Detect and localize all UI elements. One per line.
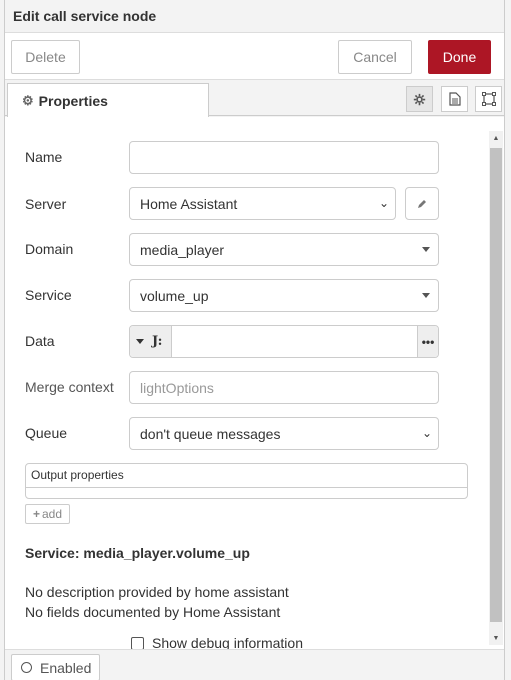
domain-select[interactable]: media_player — [129, 233, 439, 266]
edit-server-button[interactable] — [405, 187, 439, 220]
data-label: Data — [25, 333, 55, 349]
merge-context-label: Merge context — [25, 379, 114, 395]
tab-bar: ⚙ Properties — [5, 80, 504, 117]
service-fields-note: No fields documented by Home Assistant — [25, 604, 281, 620]
pencil-icon — [418, 199, 426, 208]
appearance-tab-icon[interactable] — [475, 86, 502, 112]
scroll-up-arrow[interactable]: ▲ — [489, 131, 503, 145]
cancel-button[interactable]: Cancel — [338, 40, 412, 74]
scrollbar-thumb[interactable] — [490, 148, 502, 622]
gear-icon: ⚙ — [22, 92, 34, 108]
service-value: volume_up — [140, 287, 209, 304]
queue-label: Queue — [25, 425, 68, 441]
circle-icon — [21, 662, 32, 673]
json-icon: J: — [152, 334, 163, 349]
caret-down-icon — [422, 293, 430, 298]
tray-header: Edit call service node — [5, 0, 504, 33]
service-label: Service — [25, 287, 72, 303]
server-value: Home Assistant — [140, 195, 238, 212]
data-type-selector[interactable]: J: — [130, 326, 172, 357]
tray-toolbar: Delete Cancel Done — [5, 33, 504, 80]
caret-down-icon — [136, 339, 144, 344]
name-label: Name — [25, 149, 63, 165]
name-input[interactable] — [129, 141, 439, 174]
chevron-down-icon: ⌄ — [421, 426, 432, 440]
enabled-label: Enabled — [40, 659, 92, 676]
merge-context-input[interactable]: lightOptions — [129, 371, 439, 404]
service-info-title: Service: media_player.volume_up — [25, 545, 250, 561]
tab-properties-label: Properties — [38, 92, 108, 109]
data-typed-input[interactable]: J: ••• — [129, 325, 439, 358]
settings-tab-icon[interactable] — [406, 86, 433, 112]
scroll-down-arrow[interactable]: ▼ — [489, 631, 503, 645]
tray-title: Edit call service node — [13, 8, 157, 24]
gear-icon — [413, 93, 426, 105]
add-label: add — [41, 507, 63, 521]
frame-icon — [481, 92, 496, 106]
server-select[interactable]: Home Assistant ⌄ — [129, 187, 396, 220]
domain-value: media_player — [140, 241, 225, 258]
debug-checkbox[interactable] — [131, 637, 144, 649]
queue-value: don't queue messages — [140, 425, 281, 442]
description-tab-icon[interactable] — [441, 86, 468, 112]
add-output-button[interactable]: + add — [25, 504, 70, 524]
right-edge — [504, 0, 511, 680]
file-icon — [448, 92, 461, 106]
queue-select[interactable]: don't queue messages ⌄ — [129, 417, 439, 450]
service-description: No description provided by home assistan… — [25, 584, 289, 600]
caret-down-icon — [422, 247, 430, 252]
done-button[interactable]: Done — [428, 40, 491, 74]
output-properties-list: Output properties — [25, 463, 468, 499]
plus-icon: + — [32, 507, 40, 521]
data-expand-button[interactable]: ••• — [417, 326, 438, 357]
debug-label[interactable]: Show debug information — [152, 635, 303, 649]
output-properties-header: Output properties — [26, 464, 467, 488]
merge-context-placeholder: lightOptions — [140, 379, 214, 396]
tray-footer: Enabled — [5, 649, 504, 680]
service-select[interactable]: volume_up — [129, 279, 439, 312]
domain-label: Domain — [25, 241, 74, 257]
tab-properties[interactable]: ⚙ Properties — [7, 83, 209, 117]
server-label: Server — [25, 196, 67, 212]
properties-panel: Name Server Home Assistant ⌄ Domain medi… — [5, 117, 504, 649]
chevron-down-icon: ⌄ — [378, 196, 389, 210]
enabled-toggle[interactable]: Enabled — [11, 654, 100, 680]
delete-button[interactable]: Delete — [11, 40, 80, 74]
scrollbar[interactable]: ▲ ▼ — [489, 131, 503, 645]
